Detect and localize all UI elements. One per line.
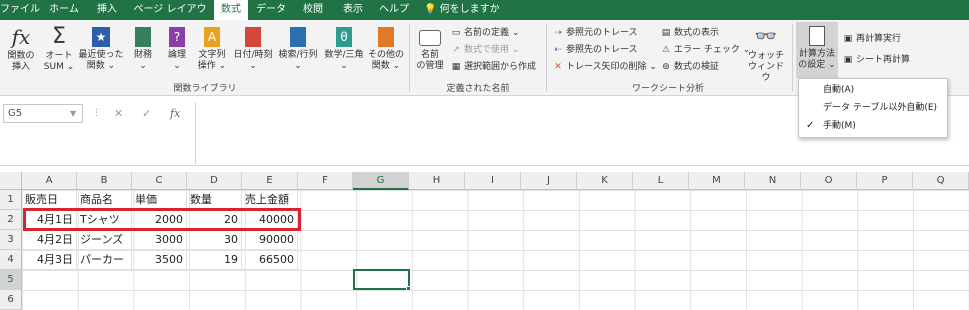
cell-D3[interactable]: 30 bbox=[187, 230, 242, 250]
star-book-icon: ★ bbox=[92, 27, 110, 47]
tab-insert[interactable]: 挿入 bbox=[90, 0, 124, 20]
enter-icon[interactable]: ✓ bbox=[142, 104, 151, 123]
tab-page-layout[interactable]: ページ レイアウト bbox=[130, 0, 210, 35]
trace-precedents-icon: ⇢ bbox=[554, 28, 562, 38]
cancel-icon[interactable]: ✕ bbox=[114, 104, 123, 123]
ribbon-tab-bar: ファイル ホーム 挿入 ページ レイアウト 数式 データ 校閲 表示 ヘルプ 💡… bbox=[0, 0, 969, 35]
show-formulas-icon: ▤ bbox=[661, 28, 671, 38]
evaluate-formula-button[interactable]: ⊚ 数式の検証 bbox=[660, 60, 719, 75]
group-label-function-library: 関数ライブラリ bbox=[173, 84, 237, 94]
financial-book-icon bbox=[135, 27, 151, 47]
calculate-sheet-icon: ▣ bbox=[843, 55, 853, 65]
group-label-defined-names: 定義された名前 bbox=[446, 84, 510, 94]
fx-icon: fx bbox=[11, 25, 31, 49]
theta-book-icon: θ bbox=[336, 27, 352, 47]
text-functions-button[interactable]: A 文字列 操作 ⌄ bbox=[194, 24, 230, 72]
tab-data[interactable]: データ bbox=[254, 0, 288, 20]
calc-automatic-option[interactable]: 自動(A) bbox=[799, 81, 947, 99]
autosum-button[interactable]: Σ オート SUM ⌄ bbox=[42, 24, 76, 73]
fill-handle[interactable] bbox=[406, 286, 411, 291]
calc-options-menu: 自動(A) データ テーブル以外自動(E) ✓ 手動(M) bbox=[798, 78, 948, 138]
show-formulas-button[interactable]: ▤ 数式の表示 bbox=[660, 26, 719, 41]
lightbulb-icon: 💡 bbox=[424, 4, 437, 15]
tab-view[interactable]: 表示 bbox=[336, 0, 370, 20]
tab-help[interactable]: ヘルプ bbox=[374, 0, 414, 20]
glasses-icon: 👓 bbox=[754, 26, 778, 47]
use-in-formula-button[interactable]: ↗ 数式で使用 ⌄ bbox=[450, 43, 519, 58]
cell-area: 販売日 商品名 単価 数量 売上金額 4月1日 Tシャツ 2000 20 400… bbox=[0, 172, 969, 310]
group-divider bbox=[792, 24, 793, 92]
cell-B4[interactable]: パーカー bbox=[77, 250, 132, 270]
more-functions-book-icon bbox=[378, 27, 394, 47]
cell-A4[interactable]: 4月3日 bbox=[22, 250, 77, 270]
row-highlight-box bbox=[23, 208, 301, 231]
watch-window-button[interactable]: 👓 ウォッチ ウィンドウ bbox=[746, 24, 786, 84]
tab-review[interactable]: 校閲 bbox=[296, 0, 330, 20]
trace-precedents-button[interactable]: ⇢ 参照元のトレース bbox=[552, 26, 637, 41]
group-label-formula-auditing: ワークシート分析 bbox=[631, 84, 704, 94]
logical-button[interactable]: ? 論理 ⌄ bbox=[162, 24, 192, 72]
calc-options-button[interactable]: 計算方法 の設定 ⌄ bbox=[796, 22, 838, 78]
recently-used-button[interactable]: ★ 最近使った 関数 ⌄ bbox=[78, 24, 124, 72]
calculate-now-button[interactable]: ▣ 再計算実行 bbox=[842, 32, 901, 47]
cell-E3[interactable]: 90000 bbox=[242, 230, 298, 250]
tab-file[interactable]: ファイル bbox=[0, 0, 40, 20]
create-from-selection-button[interactable]: ▦ 選択範囲から作成 bbox=[450, 60, 536, 75]
calc-manual-option[interactable]: ✓ 手動(M) bbox=[799, 117, 947, 135]
cell-B1[interactable]: 商品名 bbox=[77, 190, 132, 210]
remove-arrows-icon: ✕ bbox=[554, 62, 562, 72]
insert-function-button[interactable]: fx 関数の 挿入 bbox=[4, 24, 38, 73]
cell-C4[interactable]: 3500 bbox=[132, 250, 187, 270]
sigma-icon: Σ bbox=[52, 24, 66, 49]
cell-E1[interactable]: 売上金額 bbox=[242, 190, 298, 210]
logical-book-icon: ? bbox=[169, 27, 185, 47]
cell-A3[interactable]: 4月2日 bbox=[22, 230, 77, 250]
name-tag-icon bbox=[419, 30, 441, 46]
lookup-reference-button[interactable]: 検索/行列 ⌄ bbox=[276, 24, 320, 72]
cell-C3[interactable]: 3000 bbox=[132, 230, 187, 250]
cell-C1[interactable]: 単価 bbox=[132, 190, 187, 210]
tag-icon: ▭ bbox=[451, 28, 461, 38]
math-trig-button[interactable]: θ 数学/三角 ⌄ bbox=[322, 24, 366, 72]
remove-arrows-button[interactable]: ✕ トレース矢印の削除 ⌄ bbox=[552, 60, 657, 75]
cell-B3[interactable]: ジーンズ bbox=[77, 230, 132, 250]
active-cell-G5[interactable] bbox=[353, 269, 410, 290]
tab-formulas[interactable]: 数式 bbox=[214, 0, 248, 21]
calculator-icon bbox=[809, 26, 825, 46]
tell-me-box[interactable]: 💡 何をしますか bbox=[424, 0, 534, 20]
cell-D1[interactable]: 数量 bbox=[187, 190, 242, 210]
trace-dependents-button[interactable]: ⇠ 参照先のトレース bbox=[552, 43, 637, 58]
dots-icon: ⋮ bbox=[92, 108, 101, 118]
error-check-icon: ⚠ bbox=[661, 45, 671, 55]
group-divider bbox=[546, 24, 547, 92]
calculate-now-icon: ▣ bbox=[843, 34, 853, 44]
grid-icon: ▦ bbox=[451, 62, 461, 72]
trace-dependents-icon: ⇠ bbox=[554, 45, 562, 55]
more-functions-button[interactable]: その他の 関数 ⌄ bbox=[368, 24, 404, 72]
checkmark-icon: ✓ bbox=[806, 120, 815, 131]
cell-E4[interactable]: 66500 bbox=[242, 250, 298, 270]
error-checking-button[interactable]: ⚠ エラー チェック ⌄ bbox=[660, 43, 750, 58]
formula-arrow-icon: ↗ bbox=[452, 45, 460, 55]
calc-automatic-except-tables-option[interactable]: データ テーブル以外自動(E) bbox=[799, 99, 947, 117]
tab-home[interactable]: ホーム bbox=[46, 0, 82, 20]
name-manager-button[interactable]: 名前 の管理 bbox=[413, 24, 447, 72]
magnifier-book-icon bbox=[290, 27, 306, 47]
evaluate-icon: ⊚ bbox=[662, 62, 670, 72]
cell-A1[interactable]: 販売日 bbox=[22, 190, 77, 210]
insert-function-icon[interactable]: fx bbox=[170, 104, 180, 123]
cell-D4[interactable]: 19 bbox=[187, 250, 242, 270]
name-box-dropdown-icon[interactable]: ▼ bbox=[70, 104, 76, 123]
datetime-button[interactable]: 日付/時刻 ⌄ bbox=[232, 24, 274, 72]
calendar-book-icon bbox=[245, 27, 261, 47]
text-book-icon: A bbox=[204, 27, 220, 47]
financial-button[interactable]: 財務 ⌄ bbox=[128, 24, 158, 72]
define-name-button[interactable]: ▭ 名前の定義 ⌄ bbox=[450, 26, 520, 41]
calculate-sheet-button[interactable]: ▣ シート再計算 bbox=[842, 53, 910, 68]
group-divider bbox=[409, 24, 410, 92]
